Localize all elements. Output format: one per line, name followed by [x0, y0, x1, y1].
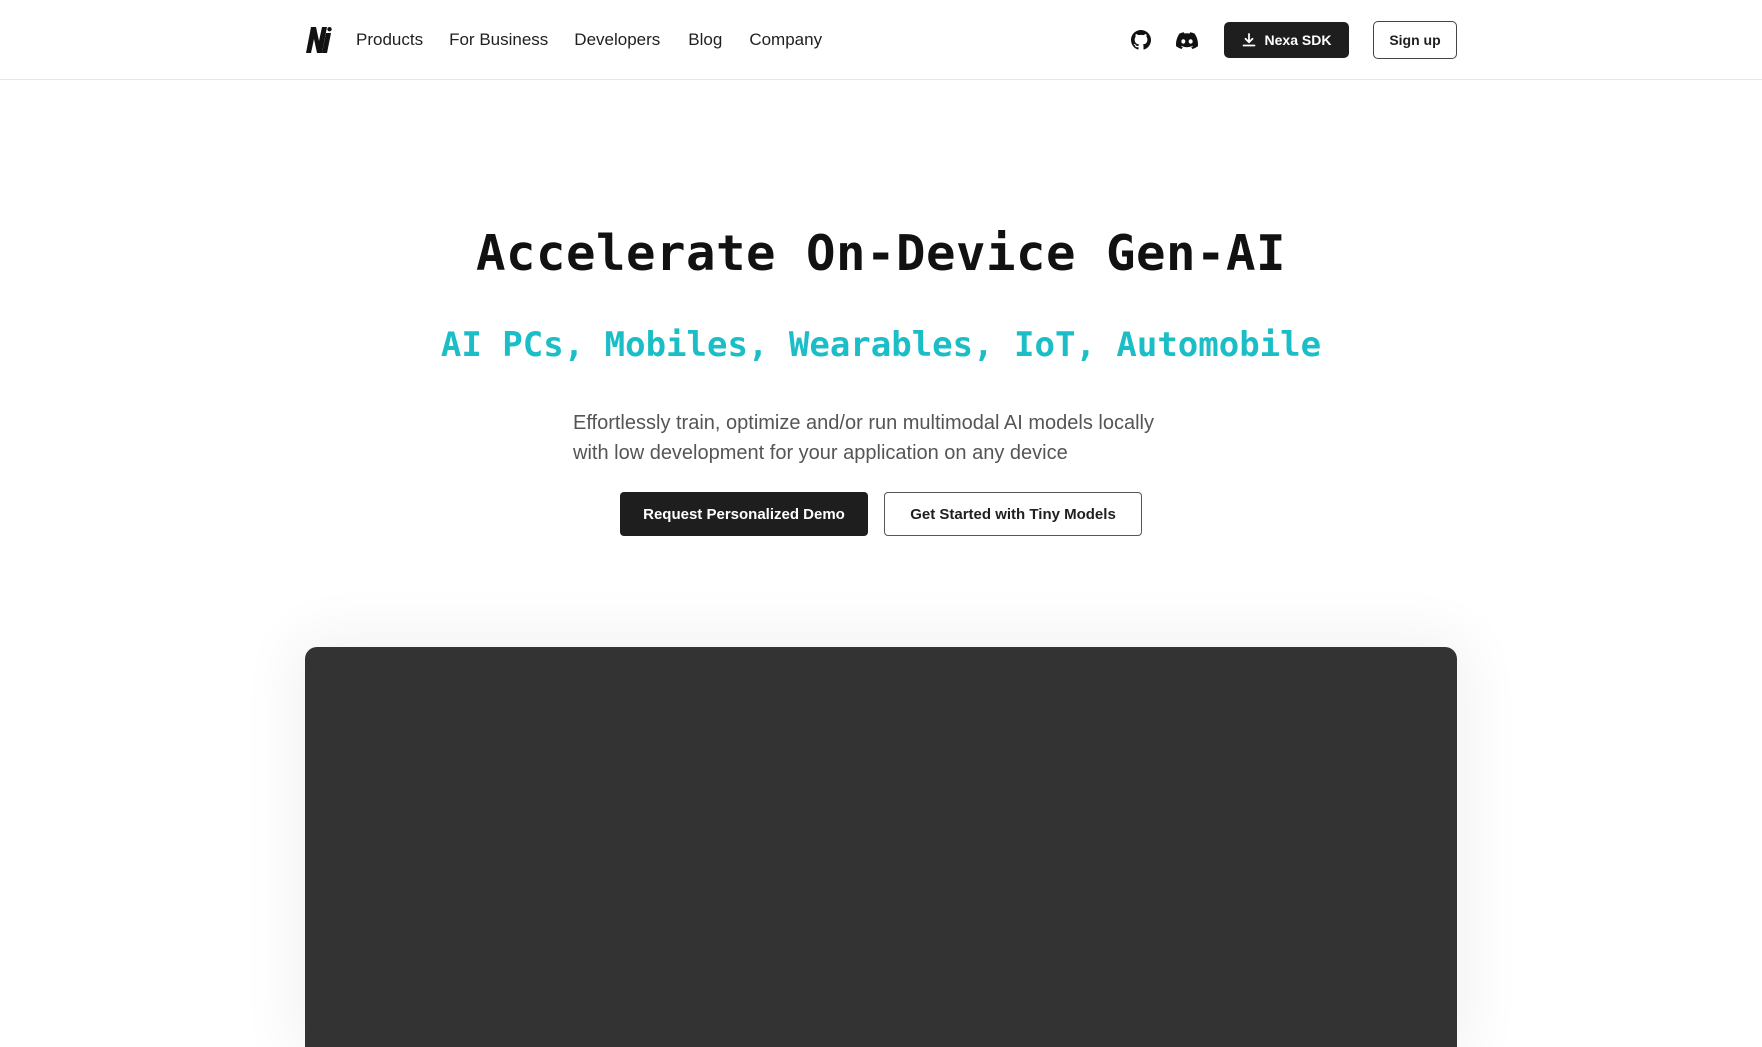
product-video-panel[interactable]: [305, 647, 1457, 1047]
nexa-sdk-label: Nexa SDK: [1264, 32, 1332, 48]
hero-title: Accelerate On-Device Gen-AI: [475, 225, 1286, 282]
nav-item-products[interactable]: Products: [356, 28, 423, 52]
main-nav: Products For Business Developers Blog Co…: [356, 28, 848, 52]
sign-up-button[interactable]: Sign up: [1373, 21, 1457, 59]
hero-subtitle: AI PCs, Mobiles, Wearables, IoT, Automob…: [440, 325, 1322, 365]
get-started-tiny-models-button[interactable]: Get Started with Tiny Models: [884, 492, 1142, 536]
nav-item-company[interactable]: Company: [749, 28, 822, 52]
request-demo-button[interactable]: Request Personalized Demo: [620, 492, 868, 536]
download-icon: [1242, 33, 1256, 47]
nexa-logo-icon[interactable]: [304, 27, 332, 53]
hero-description-line-2: with low development for your applicatio…: [573, 442, 1068, 464]
nav-item-developers[interactable]: Developers: [574, 28, 660, 52]
github-icon[interactable]: [1129, 28, 1153, 52]
nexa-sdk-download-button[interactable]: Nexa SDK: [1224, 22, 1349, 58]
hero-description: Effortlessly train, optimize and/or run …: [573, 408, 1213, 468]
discord-icon[interactable]: [1175, 28, 1199, 52]
hero-description-line-1: Effortlessly train, optimize and/or run …: [573, 412, 1154, 434]
nav-item-blog[interactable]: Blog: [688, 28, 722, 52]
nav-item-for-business[interactable]: For Business: [449, 28, 548, 52]
top-navigation-bar: Products For Business Developers Blog Co…: [0, 0, 1762, 80]
